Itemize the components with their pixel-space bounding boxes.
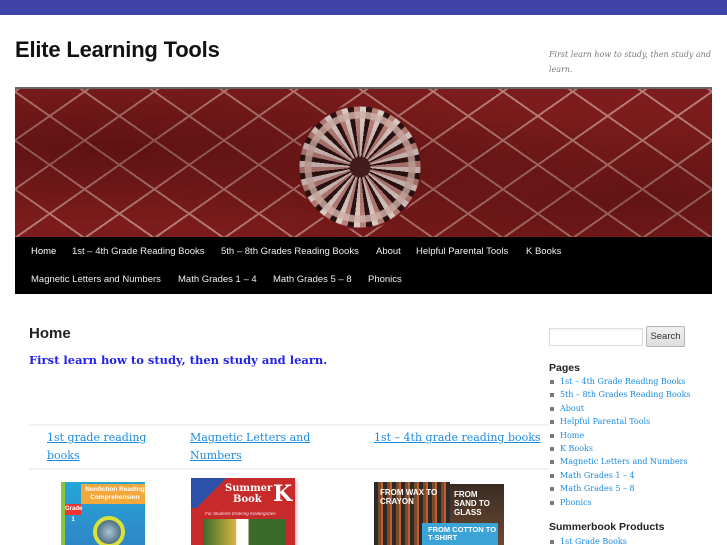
page-title: Home <box>29 325 71 342</box>
grid-link-1st-grade-reading-books[interactable]: 1st grade reading books <box>47 429 167 465</box>
site-title[interactable]: Elite Learning Tools <box>15 37 220 63</box>
bullet-icon <box>550 433 554 438</box>
nav-item-home[interactable]: Home <box>31 246 56 257</box>
book-cover-title: FROM SAND TO GLASS <box>454 490 490 517</box>
main-navigation: Home 1st – 4th Grade Reading Books 5th –… <box>15 237 712 294</box>
summerbook-link[interactable]: 1st Grade Books <box>560 537 627 545</box>
summerbook-list-item: 1st Grade Books <box>549 535 627 545</box>
book-cover-title: FROM WAX TO CRAYON <box>380 488 438 506</box>
grid-divider-top <box>29 424 549 426</box>
pages-link[interactable]: 5th – 8th Grades Reading Books <box>560 390 691 399</box>
pages-list-item: 1st – 4th Grade Reading Books <box>549 375 691 388</box>
book-cover-title: FROM COTTON TO T-SHIRT <box>428 525 497 542</box>
bullet-icon <box>550 500 554 505</box>
grid-divider-middle <box>29 468 549 470</box>
search-button[interactable]: Search <box>646 326 685 347</box>
top-accent-bar <box>0 0 727 15</box>
pages-list: 1st – 4th Grade Reading Books 5th – 8th … <box>549 375 691 509</box>
header-banner-image <box>15 87 712 237</box>
summerbook-widget-title: Summerbook Products <box>549 521 665 533</box>
grid-link-line: 1st grade reading <box>47 431 147 444</box>
magnifying-glass-graphic <box>93 516 125 545</box>
nav-item-5th-8th-grades-reading-books[interactable]: 5th – 8th Grades Reading Books <box>221 246 359 257</box>
bullet-icon <box>550 460 554 465</box>
pages-list-item: Home <box>549 429 691 442</box>
pages-link[interactable]: Phonics <box>560 498 592 507</box>
bullet-icon <box>550 473 554 478</box>
nav-item-1st-4th-grade-reading-books[interactable]: 1st – 4th Grade Reading Books <box>72 246 205 257</box>
bullet-icon <box>550 540 554 544</box>
nav-item-helpful-parental-tools[interactable]: Helpful Parental Tools <box>416 246 508 257</box>
book-cover-letter: K <box>273 481 293 507</box>
pages-link[interactable]: 1st – 4th Grade Reading Books <box>560 377 685 386</box>
pages-list-item: Helpful Parental Tools <box>549 415 691 428</box>
pages-link[interactable]: Math Grades 1 – 4 <box>560 471 635 480</box>
pages-widget-title: Pages <box>549 362 580 374</box>
search-input[interactable] <box>549 328 643 346</box>
nav-item-phonics[interactable]: Phonics <box>368 274 402 285</box>
book-image-nonfiction-reading-comprehension[interactable]: Nonfiction Reading Comprehension Grade 1 <box>61 482 145 545</box>
book-cover-title-line1: Summer <box>225 483 273 494</box>
nav-item-k-books[interactable]: K Books <box>526 246 561 257</box>
bullet-icon <box>550 446 554 451</box>
book-image-summer-book-k[interactable]: Summer Book K For Students Entering Kind… <box>191 478 295 545</box>
pages-link[interactable]: Home <box>560 431 584 440</box>
pages-list-item: Math Grades 5 – 8 <box>549 482 691 495</box>
pages-link[interactable]: Magnetic Letters and Numbers <box>560 457 688 466</box>
site-description: First learn how to study, then study and… <box>549 50 711 74</box>
book-cover-illustration <box>203 519 285 545</box>
grid-link-line: 1st – 4th grade reading books <box>374 431 541 444</box>
grid-link-line: books <box>47 449 80 462</box>
grid-link-magnetic-letters-and-numbers[interactable]: Magnetic Letters and Numbers <box>190 429 320 465</box>
pages-list-item: K Books <box>549 442 691 455</box>
bullet-icon <box>550 420 554 425</box>
bullet-icon <box>550 406 554 411</box>
book-cover-title-line2: Book <box>233 494 262 505</box>
grid-link-1st-4th-grade-reading-books[interactable]: 1st – 4th grade reading books <box>374 429 544 447</box>
pages-link[interactable]: About <box>560 404 584 413</box>
pages-list-item: Math Grades 1 – 4 <box>549 469 691 482</box>
book-cover-subtitle: For Students Entering Kindergarten <box>205 511 276 516</box>
pages-link[interactable]: Helpful Parental Tools <box>560 417 650 426</box>
intro-text: First learn how to study, then study and… <box>29 353 328 367</box>
summerbook-list: 1st Grade Books <box>549 535 627 545</box>
pages-list-item: 5th – 8th Grades Reading Books <box>549 388 691 401</box>
bullet-icon <box>550 380 554 384</box>
pages-link[interactable]: K Books <box>560 444 593 453</box>
pages-list-item: About <box>549 402 691 415</box>
nav-item-math-grades-1-4[interactable]: Math Grades 1 – 4 <box>178 274 257 285</box>
nav-item-math-grades-5-8[interactable]: Math Grades 5 – 8 <box>273 274 352 285</box>
grid-link-line: Magnetic Letters and <box>190 431 311 444</box>
nav-item-about[interactable]: About <box>376 246 401 257</box>
pages-list-item: Phonics <box>549 496 691 509</box>
book-image-from-cotton-to-t-shirt[interactable]: FROM COTTON TO T-SHIRT <box>422 523 498 545</box>
pages-list-item: Magnetic Letters and Numbers <box>549 455 691 468</box>
book-cover-grade: Grade 1 <box>65 504 83 523</box>
pages-link[interactable]: Math Grades 5 – 8 <box>560 484 635 493</box>
book-cover-title: Nonfiction Reading Comprehension <box>81 484 145 504</box>
bullet-icon <box>550 487 554 492</box>
bullet-icon <box>550 393 554 398</box>
nav-item-magnetic-letters-and-numbers[interactable]: Magnetic Letters and Numbers <box>31 274 161 285</box>
grid-link-line: Numbers <box>190 449 242 462</box>
